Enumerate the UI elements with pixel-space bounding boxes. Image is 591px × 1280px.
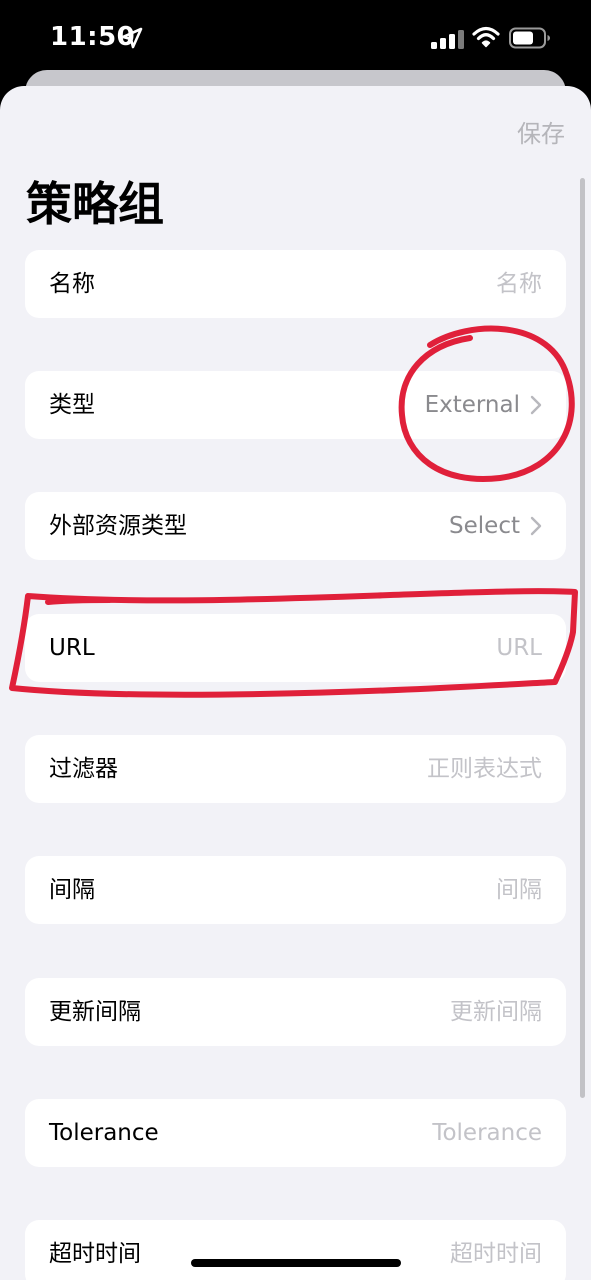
save-button[interactable]: 保存: [517, 114, 565, 149]
tolerance-field-row[interactable]: Tolerance Tolerance: [25, 1099, 566, 1167]
interval-input[interactable]: 间隔: [496, 856, 542, 924]
home-indicator[interactable]: [191, 1259, 401, 1267]
filter-label: 过滤器: [49, 756, 118, 782]
external-resource-type-value[interactable]: Select: [449, 492, 542, 560]
filter-input[interactable]: 正则表达式: [427, 735, 542, 803]
timeout-input[interactable]: 超时时间: [450, 1220, 542, 1280]
timeout-field-row[interactable]: 超时时间 超时时间: [25, 1220, 566, 1280]
timeout-label: 超时时间: [49, 1241, 141, 1267]
update-interval-label: 更新间隔: [49, 999, 141, 1025]
filter-field-row[interactable]: 过滤器 正则表达式: [25, 735, 566, 803]
chevron-right-icon: [530, 516, 542, 536]
tolerance-input[interactable]: Tolerance: [432, 1099, 542, 1167]
battery-icon: [509, 27, 550, 49]
external-resource-type-label: 外部资源类型: [49, 513, 187, 539]
external-resource-type-row[interactable]: 外部资源类型 Select: [25, 492, 566, 560]
page-title: 策略组: [26, 177, 164, 231]
chevron-right-icon: [530, 395, 542, 415]
scroll-indicator[interactable]: [580, 178, 585, 1098]
type-selected-value: External: [424, 392, 520, 418]
type-label: 类型: [49, 392, 95, 418]
update-interval-field-row[interactable]: 更新间隔 更新间隔: [25, 978, 566, 1046]
url-input[interactable]: URL: [496, 614, 542, 682]
tolerance-label: Tolerance: [49, 1120, 159, 1146]
cellular-signal-icon: [431, 30, 464, 49]
name-field-row[interactable]: 名称 名称: [25, 250, 566, 318]
name-input[interactable]: 名称: [496, 250, 542, 318]
type-picker-row[interactable]: 类型 External: [25, 371, 566, 439]
location-arrow-icon: [121, 27, 143, 49]
external-resource-type-selected-value: Select: [449, 513, 520, 539]
wifi-icon: [472, 26, 500, 48]
type-value[interactable]: External: [425, 371, 542, 439]
name-label: 名称: [49, 271, 95, 297]
interval-field-row[interactable]: 间隔 间隔: [25, 856, 566, 924]
url-label: URL: [49, 635, 95, 661]
screen: 11:50 保存 策略组 名称 名称 类型 External 外部资源类型 Se…: [0, 0, 591, 1280]
status-bar: 11:50: [0, 0, 591, 72]
update-interval-input[interactable]: 更新间隔: [450, 978, 542, 1046]
interval-label: 间隔: [49, 877, 95, 903]
url-field-row[interactable]: URL URL: [25, 614, 566, 682]
policy-group-sheet: 保存 策略组 名称 名称 类型 External 外部资源类型 Select U…: [0, 86, 591, 1280]
